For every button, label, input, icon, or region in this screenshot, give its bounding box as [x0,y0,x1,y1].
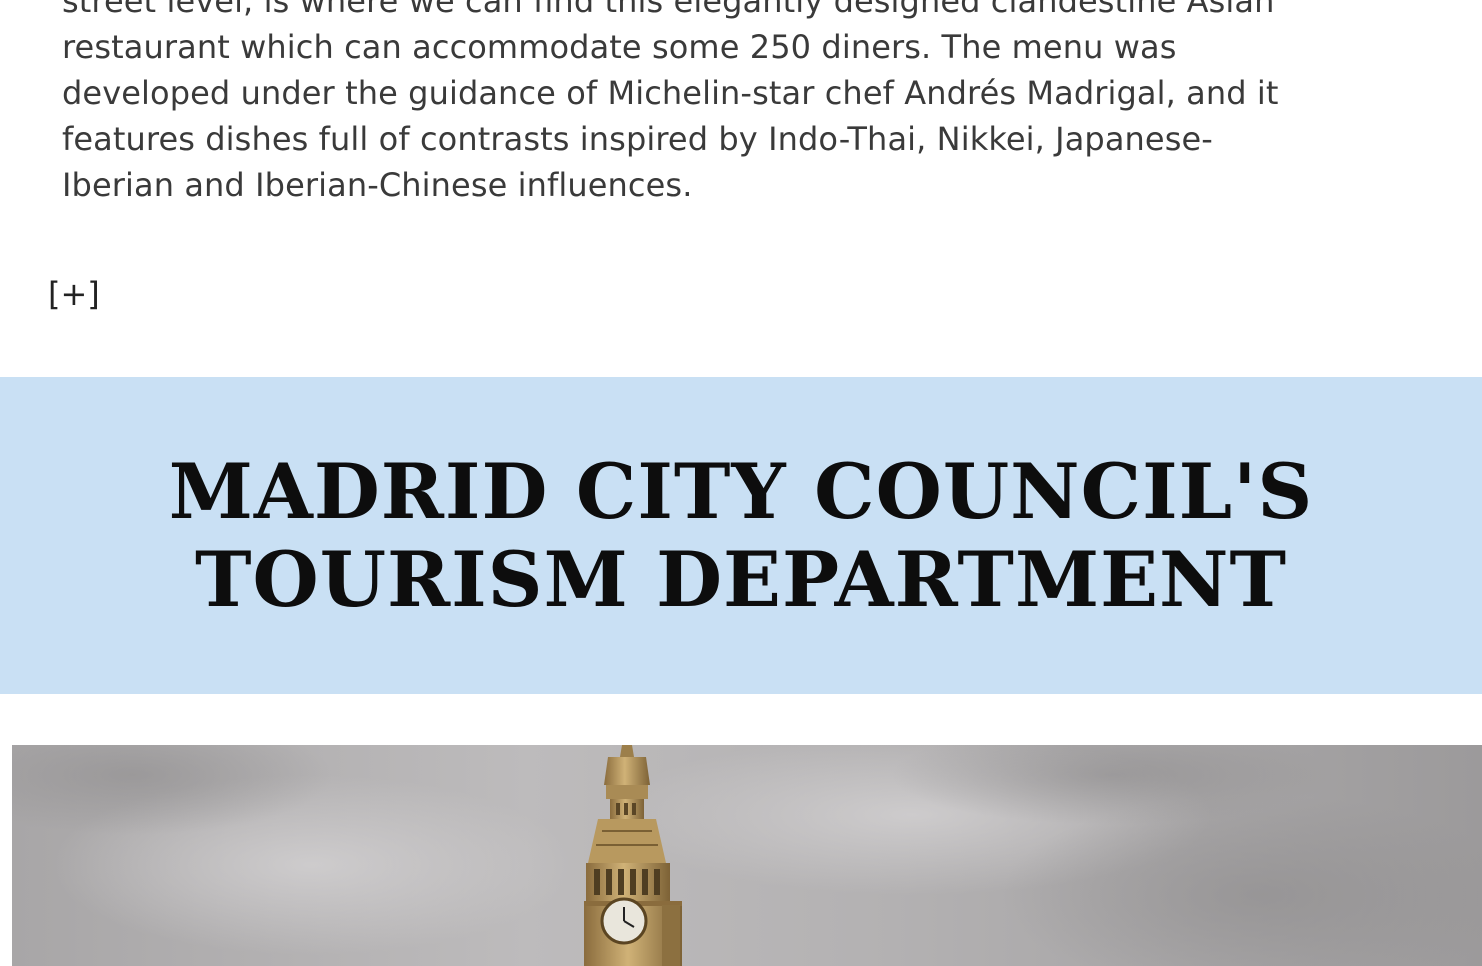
expand-toggle[interactable]: [+] [48,274,100,314]
article-line: restaurant which can accommodate some 25… [62,28,1177,66]
banner-title-line: TOURISM DEPARTMENT [194,534,1288,624]
article-paragraph: street level, is where we can find this … [62,0,1442,208]
big-ben-photo [12,745,1482,966]
article-line: features dishes full of contrasts inspir… [62,120,1213,158]
tourism-banner: MADRID CITY COUNCIL'S TOURISM DEPARTMENT [0,377,1482,694]
page: street level, is where we can find this … [0,0,1482,966]
big-ben-image [12,745,1482,966]
banner-title-line: MADRID CITY COUNCIL'S [168,446,1314,536]
article-line: developed under the guidance of Michelin… [62,74,1279,112]
banner-title: MADRID CITY COUNCIL'S TOURISM DEPARTMENT [168,446,1314,624]
article-line: Iberian and Iberian-Chinese influences. [62,166,693,204]
article-line: street level, is where we can find this … [62,0,1275,20]
